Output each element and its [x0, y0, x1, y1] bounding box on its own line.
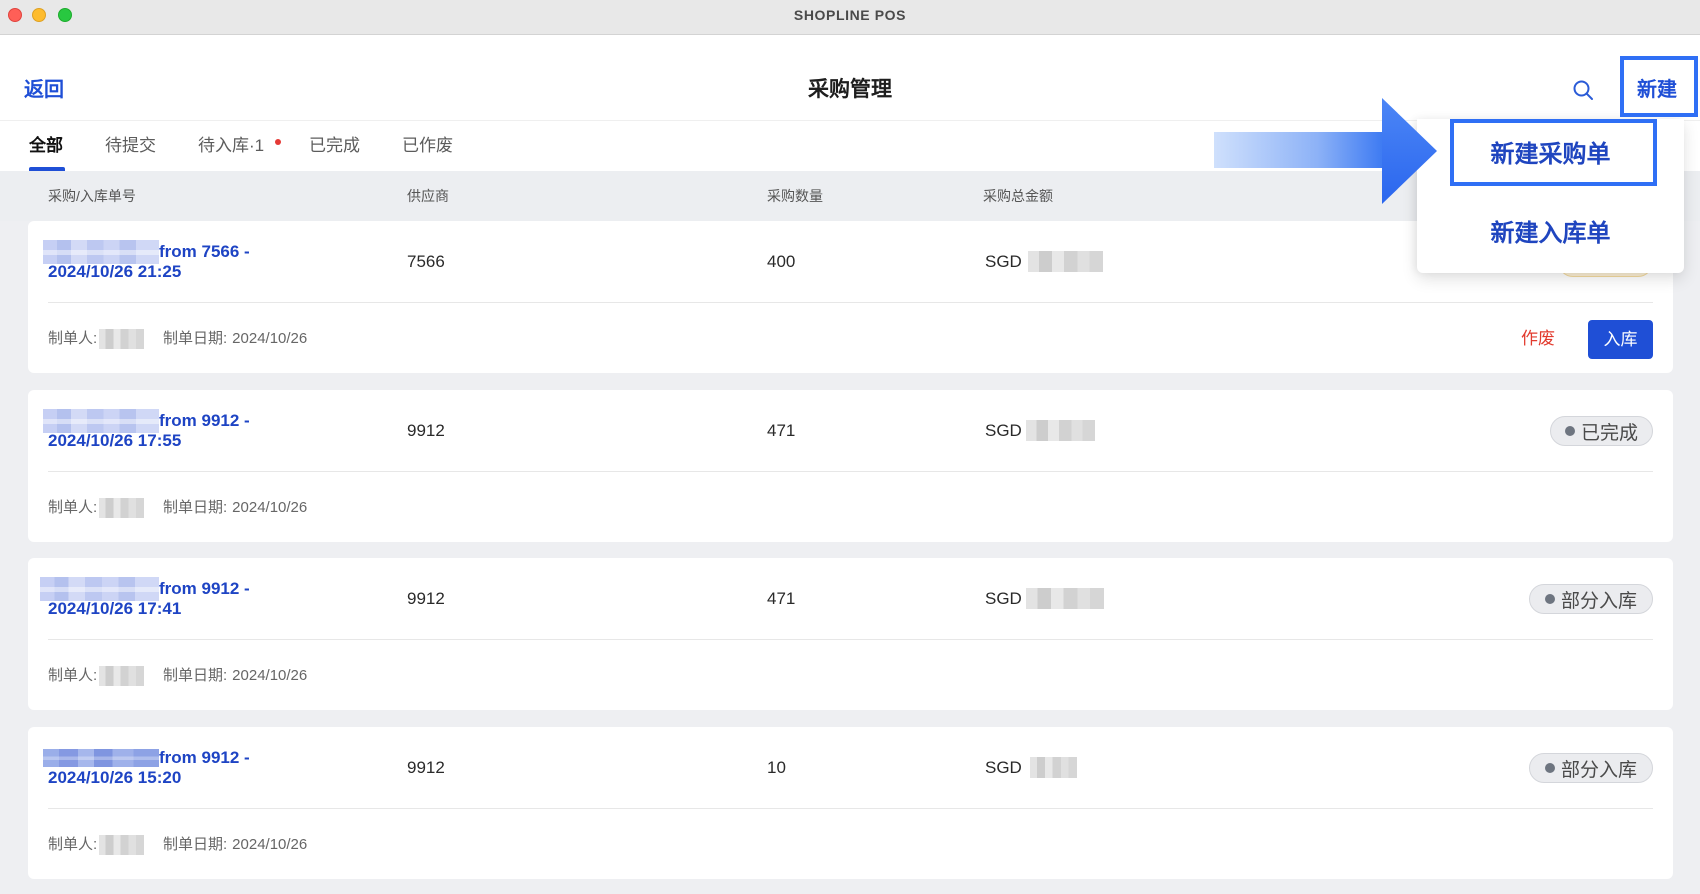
- created-date-value: 2024/10/26: [232, 499, 308, 516]
- table-row[interactable]: from 9912 - 2024/10/26 17:55 9912 471 SG…: [28, 390, 1673, 542]
- currency: SGD: [985, 252, 1022, 271]
- created-date-label: 制单日期:: [163, 667, 228, 684]
- quantity: 400: [767, 252, 796, 271]
- redacted-order-prefix: [40, 577, 159, 601]
- order-number-suffix: from 9912 -: [159, 748, 250, 767]
- created-date-value: 2024/10/26: [232, 667, 308, 684]
- currency: SGD: [985, 589, 1022, 608]
- redacted-order-prefix: [43, 749, 159, 767]
- column-header-supplier: 供应商: [407, 188, 449, 204]
- row-divider: [48, 471, 1653, 472]
- redacted-amount: [1028, 251, 1103, 272]
- close-window-button[interactable]: [8, 8, 22, 22]
- order-number[interactable]: from 7566 - 2024/10/26 21:25: [43, 240, 313, 284]
- column-header-quantity: 采购数量: [767, 188, 823, 204]
- order-number-suffix: from 9912 -: [159, 411, 250, 430]
- redacted-amount: [1030, 757, 1077, 778]
- tab-pending-submit[interactable]: 待提交: [105, 135, 156, 157]
- row-divider: [48, 808, 1653, 809]
- redacted-order-prefix: [43, 409, 159, 433]
- order-datetime: 2024/10/26 17:41: [48, 599, 182, 618]
- status-badge: 已完成: [1550, 416, 1653, 446]
- supplier: 9912: [407, 421, 445, 440]
- highlight-box-new-purchase-order: [1450, 119, 1657, 186]
- search-icon[interactable]: [1572, 79, 1594, 101]
- callout-arrow-icon: [1214, 98, 1437, 204]
- app-window: SHOPLINE POS 返回 采购管理 新建 全部 待提交 待入库·1 已完成…: [0, 0, 1700, 894]
- page-header: 返回 采购管理 新建: [0, 35, 1700, 121]
- supplier: 9912: [407, 758, 445, 777]
- status-dot: [1544, 763, 1555, 773]
- order-datetime: 2024/10/26 15:20: [48, 768, 182, 787]
- supplier: 9912: [407, 589, 445, 608]
- creator-label: 制单人:: [48, 499, 98, 516]
- creator-label: 制单人:: [48, 836, 98, 853]
- receive-button[interactable]: 入库: [1588, 320, 1653, 359]
- created-date-value: 2024/10/26: [232, 330, 308, 347]
- status-badge: 部分入库: [1529, 753, 1653, 783]
- quantity: 10: [767, 758, 786, 777]
- table-row[interactable]: from 9912 - 2024/10/26 17:41 9912 471 SG…: [28, 558, 1673, 710]
- redacted-creator: [99, 329, 144, 349]
- created-date: 制单日期: 2024/10/26: [163, 836, 307, 854]
- redacted-creator: [99, 666, 144, 686]
- quantity: 471: [767, 589, 796, 608]
- currency: SGD: [985, 421, 1022, 440]
- created-date-label: 制单日期:: [163, 330, 228, 347]
- tab-voided[interactable]: 已作废: [402, 135, 453, 157]
- window-title: SHOPLINE POS: [793, 7, 907, 23]
- highlight-box-new-button: [1620, 56, 1698, 117]
- status-label: 部分入库: [1560, 590, 1637, 612]
- redacted-amount: [1026, 588, 1104, 609]
- order-number-suffix: from 9912 -: [159, 579, 250, 598]
- order-number[interactable]: from 9912 - 2024/10/26 17:41: [40, 577, 313, 621]
- redacted-creator: [99, 498, 144, 518]
- redacted-creator: [99, 835, 144, 855]
- created-date-label: 制单日期:: [163, 499, 228, 516]
- order-datetime: 2024/10/26 17:55: [48, 431, 182, 450]
- redacted-amount: [1026, 420, 1095, 441]
- void-button[interactable]: 作废: [1521, 329, 1555, 349]
- creator-label: 制单人:: [48, 667, 98, 684]
- status-label: 部分入库: [1560, 759, 1637, 781]
- row-divider: [48, 639, 1653, 640]
- title-bar: SHOPLINE POS: [0, 0, 1700, 35]
- status-label: 已完成: [1580, 422, 1638, 444]
- creator-label: 制单人:: [48, 330, 98, 347]
- created-date: 制单日期: 2024/10/26: [163, 499, 307, 517]
- created-date-value: 2024/10/26: [232, 836, 308, 853]
- created-date-label: 制单日期:: [163, 836, 228, 853]
- status-dot: [1544, 594, 1555, 604]
- status-dot: [1564, 426, 1575, 436]
- notification-dot: [275, 139, 281, 145]
- redacted-order-prefix: [43, 240, 159, 264]
- created-date: 制单日期: 2024/10/26: [163, 330, 307, 348]
- supplier: 7566: [407, 252, 445, 271]
- column-header-order-no: 采购/入库单号: [48, 188, 136, 204]
- menu-item-new-receipt-order[interactable]: 新建入库单: [1417, 219, 1684, 249]
- zoom-window-button[interactable]: [58, 8, 72, 22]
- order-number[interactable]: from 9912 - 2024/10/26 17:55: [43, 409, 313, 453]
- currency: SGD: [985, 758, 1022, 777]
- column-header-total-amount: 采购总金额: [983, 188, 1053, 204]
- page-title: 采购管理: [808, 78, 892, 101]
- minimize-window-button[interactable]: [32, 8, 46, 22]
- status-badge: 部分入库: [1529, 584, 1653, 614]
- back-button[interactable]: 返回: [24, 78, 64, 102]
- tab-pending-receipt[interactable]: 待入库·1: [198, 135, 264, 157]
- tab-completed[interactable]: 已完成: [309, 135, 360, 157]
- quantity: 471: [767, 421, 796, 440]
- created-date: 制单日期: 2024/10/26: [163, 667, 307, 685]
- tab-all[interactable]: 全部: [29, 135, 63, 157]
- order-number-suffix: from 7566 -: [159, 242, 250, 261]
- row-divider: [48, 302, 1653, 303]
- table-row[interactable]: from 9912 - 2024/10/26 15:20 9912 10 SGD…: [28, 727, 1673, 879]
- order-datetime: 2024/10/26 21:25: [48, 262, 182, 281]
- order-number[interactable]: from 9912 - 2024/10/26 15:20: [43, 746, 313, 790]
